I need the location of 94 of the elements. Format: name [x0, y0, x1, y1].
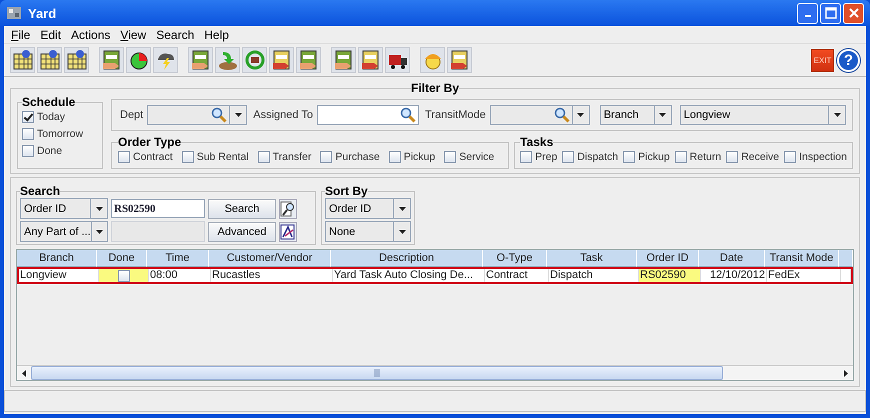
group-title: Search: [20, 184, 60, 198]
checkbox[interactable]: Pickup: [388, 151, 436, 163]
menu-item[interactable]: Edit: [35, 28, 66, 42]
lightning-icon-button[interactable]: [153, 47, 178, 73]
help-button[interactable]: ?: [837, 48, 860, 72]
checkbox[interactable]: Transfer: [258, 151, 312, 163]
menu-item[interactable]: Search: [151, 28, 200, 42]
search-button[interactable]: Search: [208, 198, 276, 218]
done-checkbox[interactable]: [118, 270, 130, 282]
sort-combo[interactable]: None: [325, 221, 411, 242]
truck-icon-button[interactable]: [385, 47, 410, 73]
column-header[interactable]: Done: [97, 250, 147, 267]
column-header[interactable]: Customer/Vendor: [209, 250, 331, 267]
cycle-icon-button[interactable]: [242, 47, 267, 73]
caret-icon: [96, 206, 102, 210]
grip-icon[interactable]: [374, 369, 380, 377]
column-header[interactable]: Task: [547, 250, 637, 267]
checkbox[interactable]: Contract: [118, 151, 173, 163]
dept-combo[interactable]: [147, 105, 248, 125]
checkbox[interactable]: Sub Rental: [182, 151, 249, 163]
checkbox[interactable]: Prep: [520, 151, 558, 163]
advanced-button[interactable]: Advanced: [208, 222, 276, 242]
menu-item[interactable]: View: [115, 28, 152, 42]
search-field-combo[interactable]: Order ID: [20, 198, 108, 219]
documents-icon-button[interactable]: [99, 47, 124, 73]
table-row[interactable]: Longview 08:00 Rucastles Yard Task Auto Closing De... Contract Dispatch RS02590 12/10/2012 FedEx: [17, 267, 853, 284]
caret-icon: [234, 113, 242, 117]
find-icon-button[interactable]: [279, 198, 297, 218]
column-header[interactable]: Branch: [17, 250, 97, 267]
table-cell: Rucastles: [211, 269, 333, 282]
app-icon: [6, 5, 22, 21]
location-combo[interactable]: Longview: [680, 105, 846, 125]
menu-item[interactable]: Help: [199, 28, 234, 42]
column-header[interactable]: Order ID: [637, 250, 699, 267]
scroll-right-icon[interactable]: [844, 370, 848, 376]
table-cell: 12/10/2012: [701, 269, 767, 282]
caret-icon: [577, 113, 584, 117]
table-cell: RS02590: [639, 269, 701, 282]
checkbox[interactable]: Inspection: [784, 151, 847, 163]
column-header[interactable]: O-Type: [483, 250, 547, 267]
checkbox[interactable]: Return: [674, 151, 722, 163]
search-icon: [554, 107, 570, 123]
window-title: Yard: [28, 6, 56, 20]
scroll-left-icon[interactable]: [22, 370, 26, 376]
checkbox[interactable]: Pickup: [623, 151, 670, 163]
minimize-icon: [804, 15, 810, 17]
maximize-button[interactable]: [820, 2, 841, 24]
caret-icon: [398, 206, 406, 210]
table-cell: FedEx: [767, 269, 841, 282]
field-label: Dept: [120, 109, 144, 121]
column-header[interactable]: Description: [331, 250, 483, 267]
menu-item[interactable]: Actions: [66, 28, 116, 42]
caret-icon: [96, 230, 103, 234]
checkbox[interactable]: Done: [22, 145, 98, 157]
caret-icon: [659, 113, 666, 117]
minimize-button[interactable]: [797, 2, 818, 24]
close-button[interactable]: [843, 2, 864, 24]
search-input[interactable]: RS02590: [111, 199, 205, 218]
column-header[interactable]: Time: [147, 250, 209, 267]
table-cell: 08:00: [149, 269, 211, 282]
column-header[interactable]: Transit Mode: [765, 250, 839, 267]
location-type-combo[interactable]: Branch: [600, 105, 672, 125]
checkbox[interactable]: Tomorrow: [22, 128, 98, 140]
pie-chart-icon-button[interactable]: [126, 47, 151, 73]
checkbox[interactable]: Purchase: [320, 151, 380, 163]
group-title: Sort By: [325, 184, 368, 198]
panel-title: Filter By: [410, 81, 459, 95]
caret-icon: [834, 113, 840, 117]
maximize-icon: [824, 7, 836, 19]
group-title: Order Type: [118, 135, 182, 149]
column-header[interactable]: Date: [699, 250, 765, 267]
checkbox[interactable]: Dispatch: [562, 151, 618, 163]
checkbox[interactable]: Service: [444, 151, 494, 163]
assigned-to-field[interactable]: [316, 105, 419, 125]
close-icon: [848, 7, 860, 19]
checkbox[interactable]: Receive: [726, 151, 780, 163]
empty-field[interactable]: [111, 221, 205, 242]
advanced-icon-button[interactable]: [279, 222, 297, 242]
sort-combo[interactable]: Order ID: [325, 198, 411, 219]
table-cell: Yard Task Auto Closing De...: [333, 269, 485, 282]
search-icon: [211, 107, 228, 123]
group-title: Tasks: [520, 135, 554, 149]
field-label: Assigned To: [253, 109, 313, 121]
search-icon: [400, 107, 416, 123]
calendar-clock-icon-button[interactable]: [10, 47, 35, 73]
caret-icon: [398, 230, 406, 234]
field-label: TransitMode: [424, 109, 486, 121]
horizontal-scrollbar[interactable]: [17, 365, 853, 380]
match-combo[interactable]: Any Part of ...: [20, 221, 108, 242]
checkbox[interactable]: Today: [22, 111, 98, 123]
group-title: Schedule: [22, 95, 76, 109]
table-cell: Contract: [485, 269, 549, 282]
menu-item[interactable]: File: [6, 28, 36, 42]
transit-mode-combo[interactable]: [490, 105, 590, 125]
